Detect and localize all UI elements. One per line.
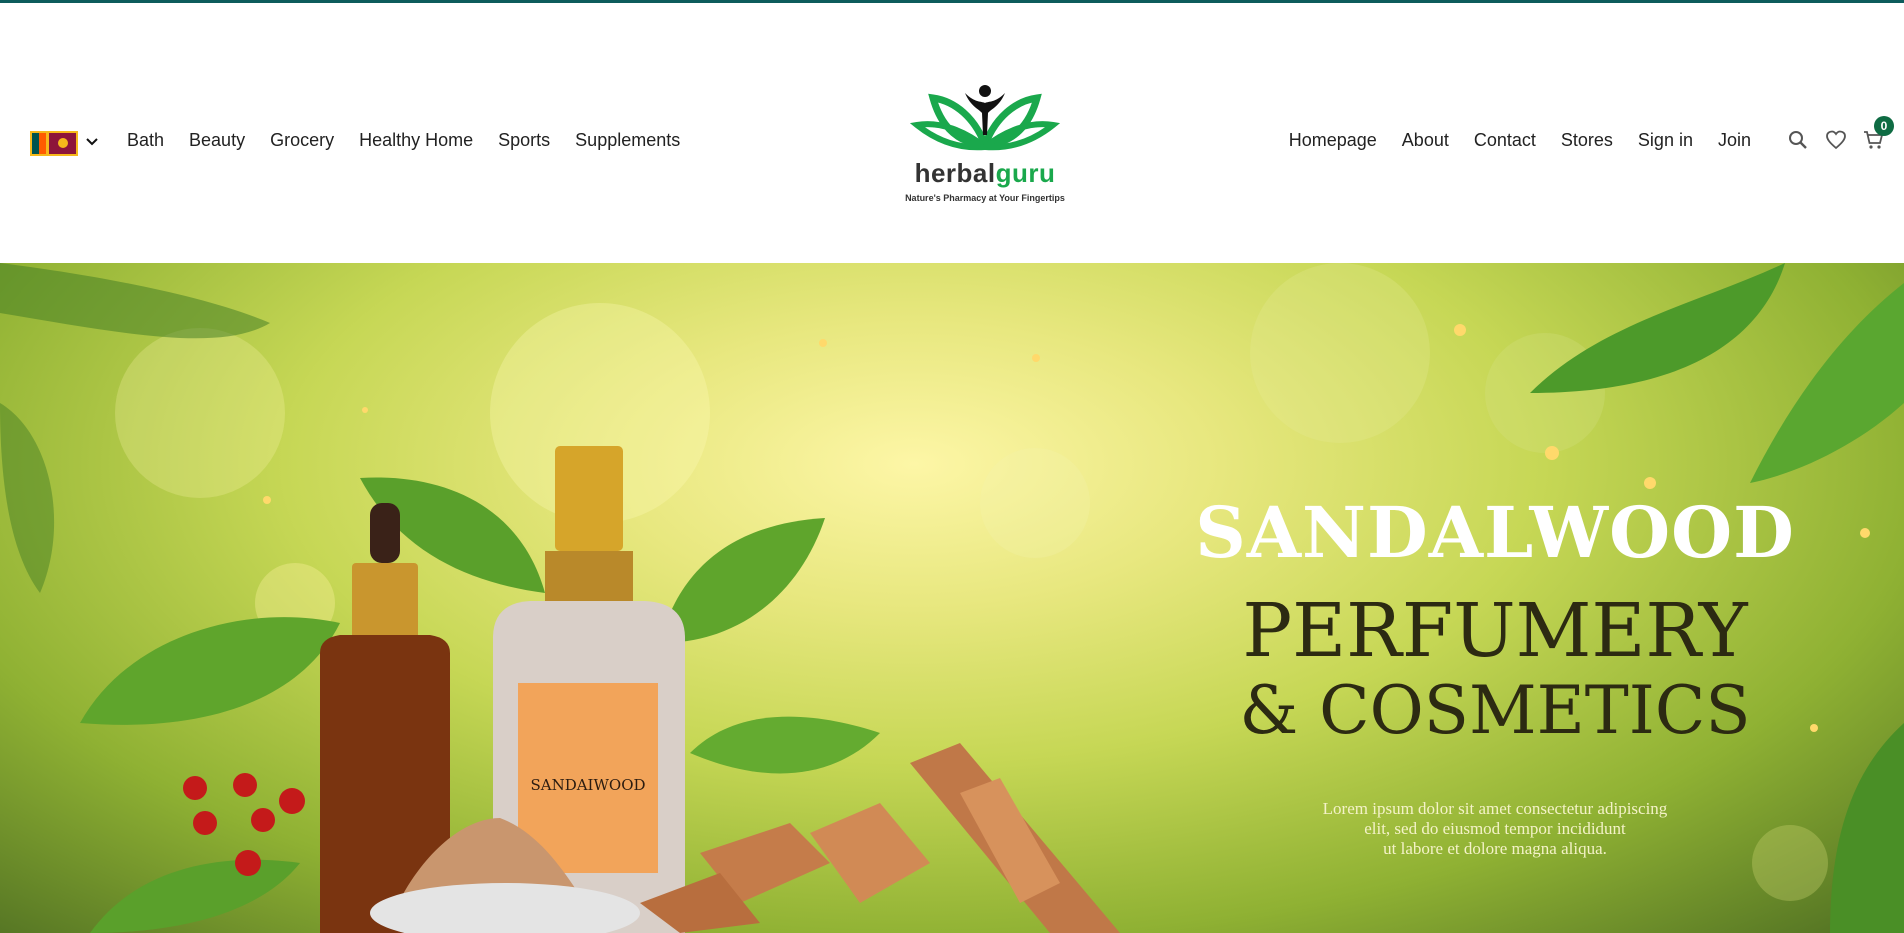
chevron-down-icon[interactable] — [84, 134, 100, 150]
hero-title-sandalwood: SANDALWOOD — [1195, 491, 1795, 574]
logo-wordmark: herbalguru — [914, 158, 1056, 188]
nav-about[interactable]: About — [1402, 130, 1449, 151]
nav-beauty[interactable]: Beauty — [189, 130, 245, 151]
nav-sports[interactable]: Sports — [498, 130, 550, 151]
nav-contact[interactable]: Contact — [1474, 130, 1536, 151]
site-header: Bath Beauty Grocery Healthy Home Sports … — [0, 3, 1904, 263]
hero-body-text: Lorem ipsum dolor sit amet consectetur a… — [1322, 799, 1668, 858]
logo-tagline: Nature's Pharmacy at Your Fingertips — [905, 193, 1065, 203]
nav-grocery[interactable]: Grocery — [270, 130, 334, 151]
hero-title-cosmetics: & COSMETICS — [1239, 672, 1751, 749]
nav-bath[interactable]: Bath — [127, 130, 164, 151]
lotus-logo-icon — [909, 85, 1061, 151]
nav-join[interactable]: Join — [1718, 130, 1751, 151]
nav-homepage[interactable]: Homepage — [1289, 130, 1377, 151]
nav-sign-in[interactable]: Sign in — [1638, 130, 1693, 151]
header-icons: 0 — [1786, 116, 1894, 152]
nav-stores[interactable]: Stores — [1561, 130, 1613, 151]
country-flag-icon[interactable] — [30, 131, 78, 156]
search-icon[interactable] — [1786, 128, 1810, 152]
svg-text:SANDAIWOOD: SANDAIWOOD — [530, 776, 645, 794]
cart-count-badge: 0 — [1874, 116, 1894, 136]
heart-icon[interactable] — [1824, 128, 1848, 152]
site-logo[interactable]: herbalguru Nature's Pharmacy at Your Fin… — [895, 83, 1075, 208]
nav-supplements[interactable]: Supplements — [575, 130, 680, 151]
cart-button[interactable]: 0 — [1862, 116, 1894, 152]
account-nav: Homepage About Contact Stores Sign in Jo… — [1264, 130, 1751, 151]
hero-banner[interactable]: SANDAIWOOD SANDALWOOD PERFUMERY & COSMET… — [0, 263, 1904, 933]
category-nav: Bath Beauty Grocery Healthy Home Sports … — [127, 130, 705, 151]
hero-copy: SANDALWOOD PERFUMERY & COSMETICS Lorem i… — [1150, 493, 1840, 859]
hero-title-perfumery: PERFUMERY — [1242, 588, 1748, 674]
nav-healthy-home[interactable]: Healthy Home — [359, 130, 473, 151]
